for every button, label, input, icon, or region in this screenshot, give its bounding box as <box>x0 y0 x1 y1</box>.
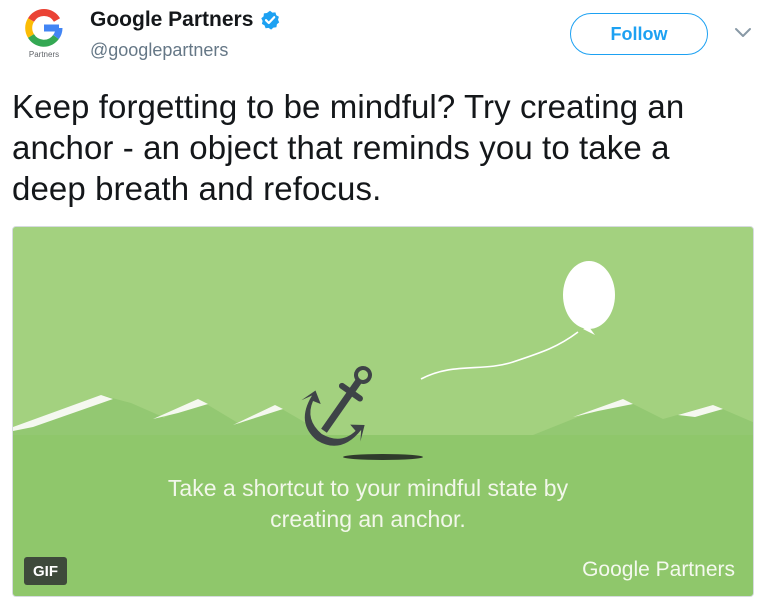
follow-button[interactable]: Follow <box>570 13 708 55</box>
illustration <box>13 227 753 596</box>
google-g-logo-icon <box>25 9 63 47</box>
avatar-caption: Partners <box>28 50 60 59</box>
chevron-down-icon[interactable] <box>734 26 752 40</box>
media-gif[interactable]: Take a shortcut to your mindful state by… <box>12 226 754 597</box>
author-display-name[interactable]: Google Partners <box>90 8 280 32</box>
author-name-text: Google Partners <box>90 8 254 31</box>
media-caption: Take a shortcut to your mindful state by… <box>167 475 569 532</box>
verified-badge-icon <box>260 10 280 30</box>
google-partners-watermark: Google Partners <box>582 558 735 581</box>
author-handle[interactable]: @googlepartners <box>90 40 228 61</box>
avatar[interactable]: Partners <box>14 8 74 68</box>
gif-badge[interactable]: GIF <box>24 557 67 585</box>
tweet-text: Keep forgetting to be mindful? Try creat… <box>12 88 685 207</box>
